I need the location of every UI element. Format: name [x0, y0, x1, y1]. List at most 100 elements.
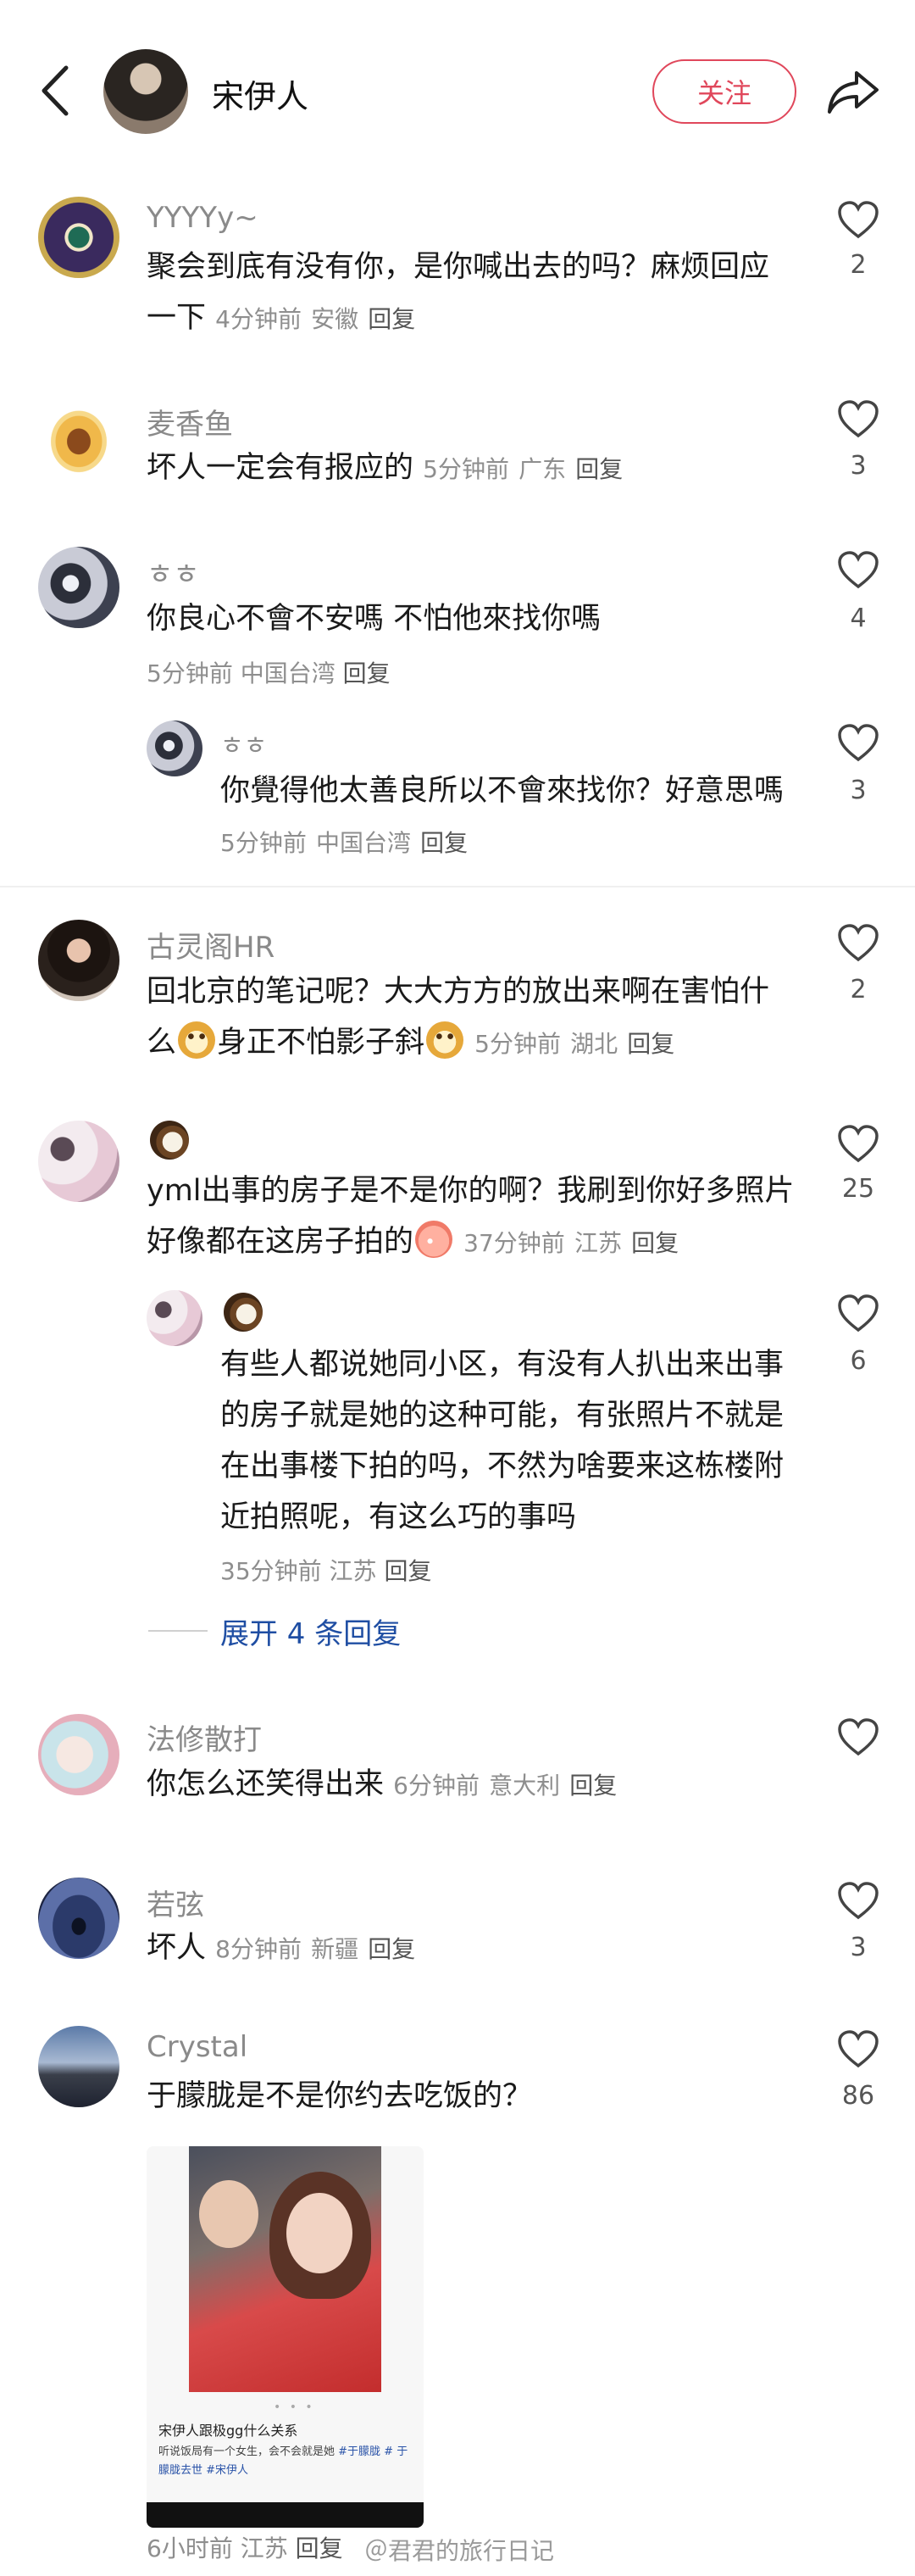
user-avatar[interactable]	[38, 1121, 119, 1202]
username[interactable]: 法修散打	[147, 1716, 262, 1758]
comment-location: 安徽	[311, 305, 359, 333]
card-description: 听说饭局有一个女生，会不会就是她 #于朦胧 # 于朦胧去世 #宋伊人	[158, 2443, 413, 2480]
reply-button[interactable]: 回复	[343, 659, 391, 687]
comment-location: 广东	[518, 455, 567, 483]
heart-icon[interactable]	[836, 199, 880, 240]
dog-emoji-icon	[426, 1021, 464, 1059]
username[interactable]: ㅎㅎ	[220, 725, 267, 762]
comment-body: 你覺得他太善良所以不會來找你？好意思嗎	[220, 774, 785, 808]
user-avatar[interactable]	[38, 397, 119, 478]
photo-face	[199, 2180, 258, 2248]
comment-text: 聚会到底有没有你，是你喊出去的吗？麻烦回应一下 4分钟前 安徽 回复	[147, 242, 790, 345]
heart-icon[interactable]	[836, 722, 880, 763]
coconut-emoji-icon	[150, 1121, 189, 1160]
heart-icon[interactable]	[836, 1880, 880, 1921]
reply-button[interactable]: 回复	[569, 1772, 617, 1800]
heart-icon[interactable]	[836, 922, 880, 963]
user-avatar[interactable]	[147, 1290, 202, 1346]
username[interactable]: 若弦	[147, 1882, 204, 1923]
comment-body: 于朦胧是不是你约去吃饭的？	[147, 2079, 533, 2113]
peach-emoji-icon	[415, 1221, 453, 1258]
user-avatar[interactable]	[38, 197, 119, 278]
comment-time: 37分钟前	[463, 1229, 565, 1257]
heart-icon[interactable]	[836, 398, 880, 439]
comment-body: 坏人	[147, 1931, 207, 1965]
reply-button[interactable]: 回复	[368, 1935, 415, 1963]
coconut-emoji-icon	[224, 1293, 263, 1332]
like-count: 6	[850, 1346, 867, 1376]
comment-time: 6小时前	[147, 2534, 233, 2562]
comment-text: yml出事的房子是不是你的啊？我刷到你好多照片好像都在这房子拍的 37分钟前 江…	[147, 1166, 799, 1269]
heart-icon[interactable]	[836, 2028, 880, 2069]
comment-body: 坏人一定会有报应的	[147, 451, 414, 485]
user-avatar[interactable]	[38, 1714, 119, 1795]
comment-time: 6分钟前	[393, 1772, 480, 1800]
heart-icon[interactable]	[836, 1123, 880, 1164]
reply-button[interactable]: 回复	[368, 305, 415, 333]
comment-meta: 6小时前 江苏 回复	[147, 2530, 343, 2564]
comment-location: 新疆	[311, 1935, 359, 1963]
expand-divider	[148, 1630, 208, 1632]
expand-replies-button[interactable]: 展开 4 条回复	[220, 1611, 401, 1652]
comment-time: 5分钟前	[423, 455, 509, 483]
comment-location: 湖北	[570, 1030, 618, 1058]
comment-location: 中国台湾	[240, 659, 336, 687]
user-avatar[interactable]	[147, 721, 202, 776]
attached-image-card[interactable]: • • • 宋伊人跟极gg什么关系 听说饭局有一个女生，会不会就是她 #于朦胧 …	[147, 2146, 424, 2528]
comment-location: 意大利	[489, 1772, 561, 1800]
reply-button[interactable]: 回复	[384, 1557, 431, 1585]
user-avatar[interactable]	[38, 1878, 119, 1959]
username[interactable]: 古灵阁HR	[147, 924, 274, 965]
heart-icon[interactable]	[836, 549, 880, 590]
heart-icon[interactable]	[836, 1293, 880, 1333]
profile-avatar[interactable]	[103, 49, 188, 134]
watermark-text: ＠君君的旅行日记	[364, 2537, 555, 2565]
share-icon[interactable]	[826, 68, 880, 115]
comment-text: 你覺得他太善良所以不會來找你？好意思嗎 5分钟前 中国台湾 回复	[220, 765, 805, 869]
reply-button[interactable]: 回复	[631, 1229, 679, 1257]
comment-meta: 5分钟前 中国台湾 回复	[147, 655, 391, 689]
comment-time: 4分钟前	[215, 305, 302, 333]
comment-location: 江苏	[329, 1557, 377, 1585]
divider	[0, 886, 915, 887]
reply-button[interactable]: 回复	[420, 829, 468, 857]
like-count: 3	[850, 1933, 867, 1962]
comment-text: 你良心不會不安嗎 不怕他來找你嗎	[147, 593, 807, 644]
card-title: 宋伊人跟极gg什么关系	[158, 2423, 298, 2439]
username[interactable]: Crystal	[147, 2030, 247, 2064]
comment-time: 35分钟前	[220, 1557, 322, 1585]
username[interactable]: YYYYy~	[147, 201, 258, 235]
user-avatar[interactable]	[38, 2026, 119, 2107]
comment-location: 江苏	[574, 1229, 622, 1257]
comment-body: 有些人都说她同小区，有没有人扒出来出事的房子就是她的这种可能，有张照片不就是在出…	[220, 1348, 785, 1534]
like-count: 86	[841, 2081, 875, 2111]
username[interactable]: 麦香鱼	[147, 401, 233, 442]
comment-location: 中国台湾	[315, 829, 411, 857]
attached-photo	[189, 2146, 381, 2392]
user-avatar[interactable]	[38, 920, 119, 1001]
back-arrow-icon[interactable]	[34, 61, 76, 120]
comment-location: 江苏	[240, 2534, 288, 2562]
carousel-dots: • • •	[274, 2401, 315, 2414]
comment-text: 坏人 8分钟前 新疆 回复	[147, 1922, 807, 1975]
like-count: 2	[850, 250, 867, 280]
top-bar: 宋伊人 关注	[0, 0, 915, 182]
heart-icon[interactable]	[836, 1716, 880, 1757]
comment-text: 于朦胧是不是你约去吃饭的？	[147, 2071, 807, 2122]
reply-button[interactable]: 回复	[296, 2534, 343, 2562]
like-count: 3	[850, 451, 867, 481]
like-count: 4	[850, 604, 867, 633]
dog-emoji-icon	[178, 1021, 216, 1059]
comment-text: 坏人一定会有报应的 5分钟前 广东 回复	[147, 442, 807, 495]
comment-time: 8分钟前	[215, 1935, 302, 1963]
follow-button[interactable]: 关注	[652, 59, 796, 124]
photo-face	[286, 2193, 352, 2273]
reply-button[interactable]: 回复	[627, 1030, 674, 1058]
comment-time: 5分钟前	[474, 1030, 561, 1058]
user-avatar[interactable]	[38, 547, 119, 628]
reply-button[interactable]: 回复	[575, 455, 623, 483]
profile-name[interactable]: 宋伊人	[212, 70, 308, 117]
comment-body-cont: 身正不怕影子斜	[217, 1026, 425, 1060]
comment-text: 回北京的笔记呢？大大方方的放出来啊在害怕什么 身正不怕影子斜 5分钟前 湖北 回复	[147, 966, 790, 1070]
username[interactable]: ㅎㅎ	[147, 551, 200, 593]
